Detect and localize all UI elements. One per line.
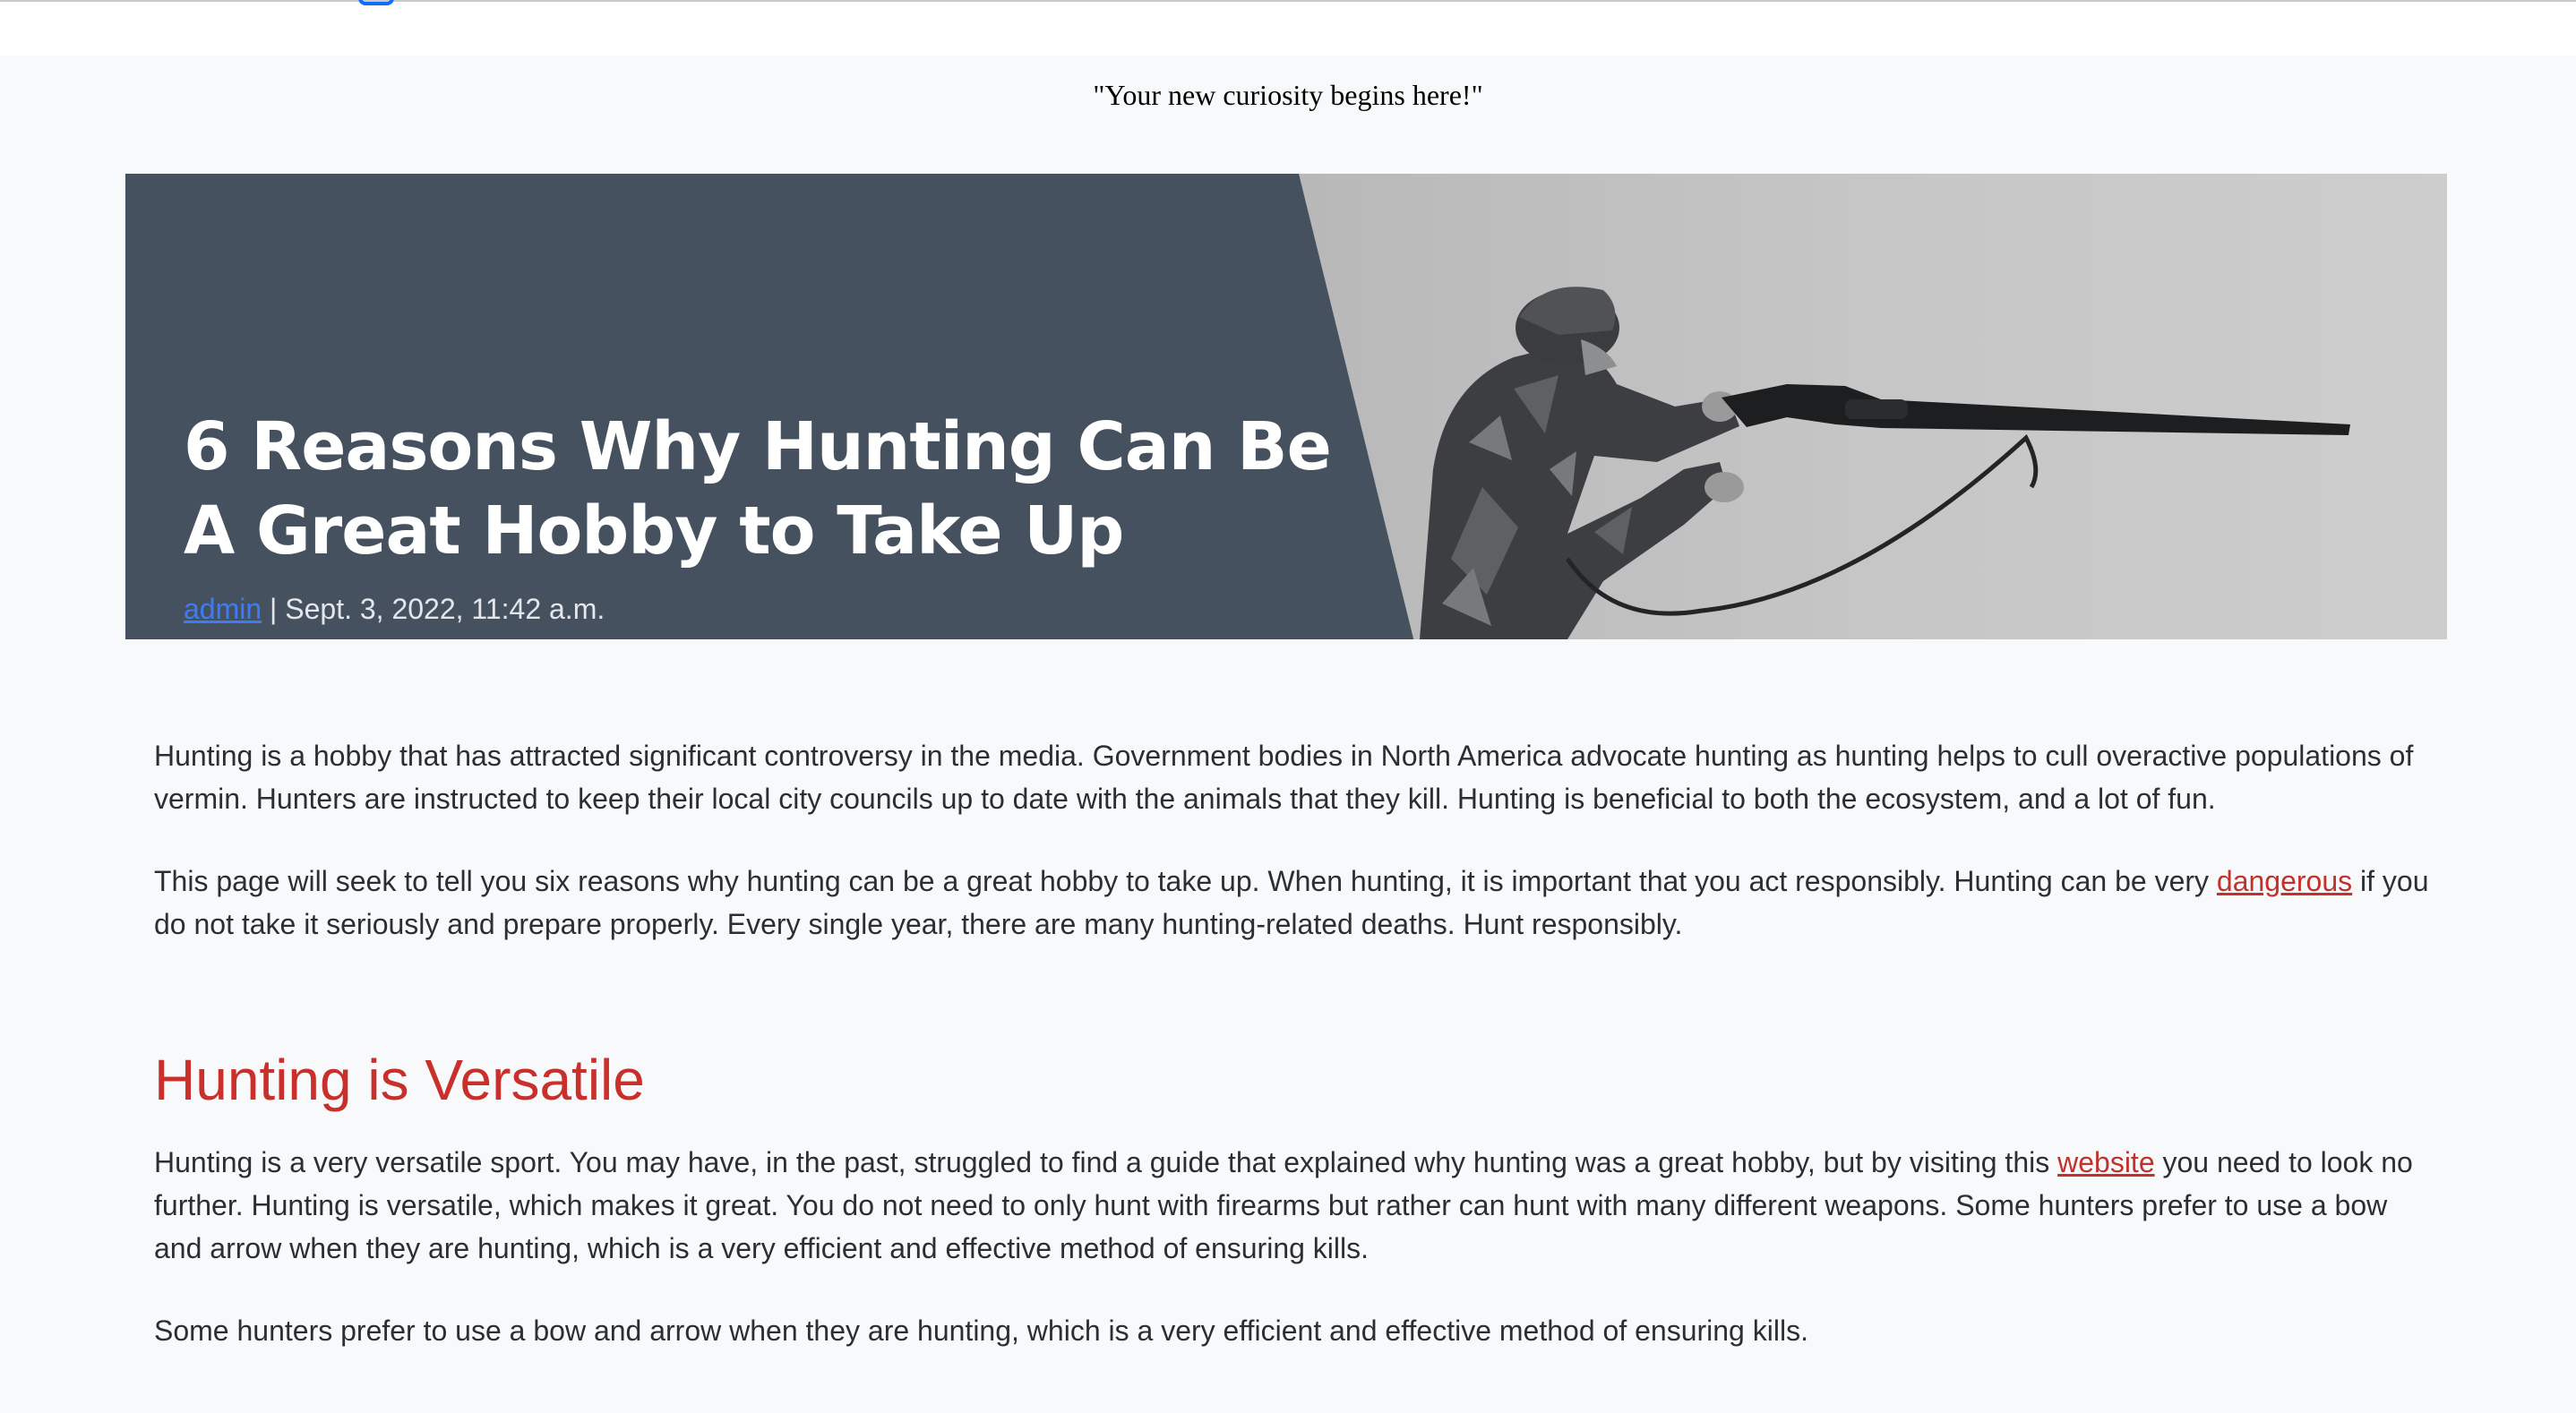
article-hero-banner: 6 Reasons Why Hunting Can Be A Great Hob… <box>125 174 2447 639</box>
site-tagline: "Your new curiosity begins here!" <box>1093 79 1483 111</box>
article-title: 6 Reasons Why Hunting Can Be A Great Hob… <box>184 408 1332 569</box>
top-navbar <box>0 0 2576 56</box>
publish-date: | Sept. 3, 2022, 11:42 a.m. <box>262 593 605 625</box>
article-meta: admin | Sept. 3, 2022, 11:42 a.m. <box>184 593 605 626</box>
hunter-with-shotgun-photo <box>1299 174 2447 639</box>
navbar-logo-fragment[interactable] <box>358 0 394 5</box>
author-link[interactable]: admin <box>184 593 262 625</box>
section-1-paragraph-2: Some hunters prefer to use a bow and arr… <box>154 1315 1808 1347</box>
article-body: Hunting is a hobby that has attracted si… <box>154 734 2429 1392</box>
dangerous-link[interactable]: dangerous <box>2217 865 2352 897</box>
section-heading-versatile: Hunting is Versatile <box>154 1048 645 1112</box>
intro-paragraph-1: Hunting is a hobby that has attracted si… <box>154 740 2414 815</box>
section-1-paragraph-1: Hunting is a very versatile sport. You m… <box>154 1146 2413 1264</box>
website-link[interactable]: website <box>2057 1146 2155 1178</box>
intro-paragraph-2: This page will seek to tell you six reas… <box>154 865 2429 940</box>
